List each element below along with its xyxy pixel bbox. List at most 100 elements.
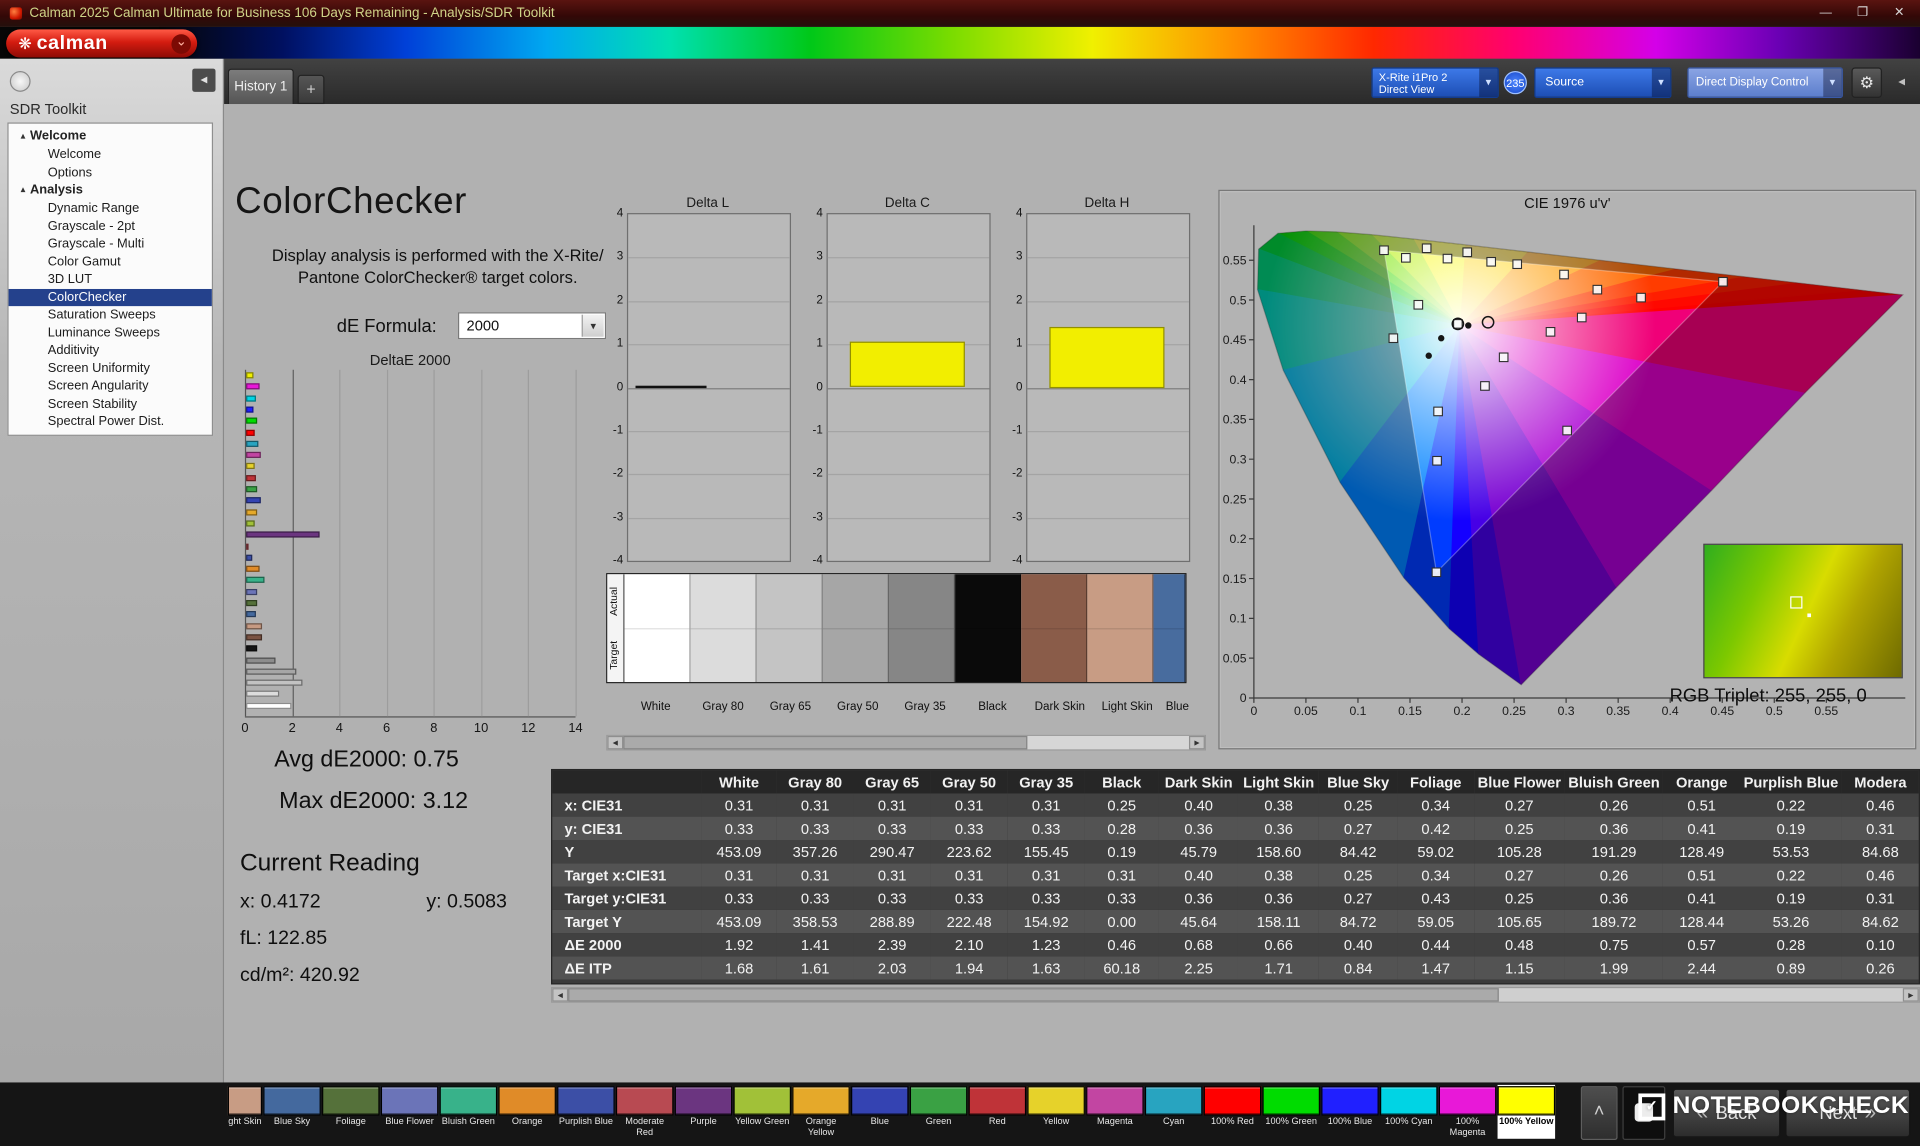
pattern-window-button[interactable] [1622,1086,1666,1140]
next-label: Next [1819,1102,1858,1124]
patch-button-100-green[interactable]: 100% Green [1262,1085,1320,1139]
settings-gear-button[interactable]: ⚙ [1851,67,1883,98]
patch-button-yellow-green[interactable]: Yellow Green [733,1085,792,1139]
patch-button-bluish-green[interactable]: Bluish Green [439,1085,498,1139]
svg-text:0.05: 0.05 [1294,704,1318,718]
sidebar-item-screen-angularity[interactable]: Screen Angularity [9,377,212,395]
column-header [552,770,702,794]
patch-button-100-red[interactable]: 100% Red [1203,1085,1262,1139]
maximize-button[interactable]: ❐ [1844,0,1881,27]
scroll-right-arrow[interactable]: ► [1188,735,1205,750]
patch-button-blue[interactable]: Blue [851,1085,909,1139]
column-header: Blue Sky [1318,770,1398,794]
close-button[interactable]: ✕ [1881,0,1918,27]
patch-button-cyan[interactable]: Cyan [1144,1085,1203,1139]
cell: 0.57 [1687,936,1716,954]
sidebar-item-spectral-power-dist[interactable]: Spectral Power Dist. [9,413,212,431]
patch-button-orange[interactable]: Orange [498,1085,556,1139]
bar-cyan [246,440,259,447]
patch-button-100-yellow[interactable]: 100% Yellow [1497,1084,1556,1139]
sidebar-item-screen-stability[interactable]: Screen Stability [9,395,212,413]
sidebar-item-grayscale-2pt[interactable]: Grayscale - 2pt [9,217,212,235]
table-row: Target y:CIE31 0.33 0.33 0.33 0.33 0.33 0.33 0.… [552,886,1919,910]
gridline [1027,474,1189,476]
sidebar-collapse-button[interactable]: ◂ [192,68,216,92]
minimize-button[interactable]: — [1807,0,1844,27]
patch-button-yellow[interactable]: Yellow [1027,1085,1085,1139]
scroll-left-arrow[interactable]: ◄ [552,988,569,1002]
cell: 1.63 [1031,959,1061,977]
scroll-right-arrow[interactable]: ► [1902,988,1919,1002]
patch-button-100-cyan[interactable]: 100% Cyan [1379,1085,1438,1139]
table-header-row: White Gray 80 Gray 65 Gray 50 Gray 35 Black Da… [552,770,1919,794]
patch-button-100-magenta[interactable]: 100% Magenta [1438,1085,1497,1139]
expand-patches-button[interactable]: ˄ [1580,1086,1618,1140]
patch-button-red[interactable]: Red [968,1085,1027,1139]
scrollbar-thumb[interactable] [568,988,1499,1002]
y-tick-label: 0 [616,380,624,394]
sidebar-item-dynamic-range[interactable]: Dynamic Range [9,200,212,218]
patch-swatch [557,1086,615,1116]
calman-menu-button[interactable]: ❋ calman ⌄ [6,29,198,58]
formula-select[interactable]: 2000 ▾ [457,312,607,340]
y-tick-label: -3 [1012,510,1023,524]
tree-group-analysis[interactable]: ▴ Analysis [9,181,212,199]
sidebar-item-options[interactable]: Options [9,163,212,181]
xy-reading: x: 0.4172 y: 0.5083 [240,891,507,913]
swatch-scrollbar[interactable]: ◄ ► [606,734,1207,751]
row-label: Target x:CIE31 [564,866,667,884]
patch-button-orange-yellow[interactable]: Orange Yellow [792,1085,850,1139]
nav-dot-icon[interactable] [9,71,31,92]
scrollbar-thumb[interactable] [623,735,1028,750]
patch-button-foliage[interactable]: Foliage [322,1085,380,1139]
patch-button-ght-skin[interactable]: ght Skin [227,1085,263,1139]
cell: 0.33 [1031,819,1061,837]
sidebar-item-welcome[interactable]: Welcome [9,146,212,164]
sidebar-item-saturation-sweeps[interactable]: Saturation Sweeps [9,306,212,324]
patch-label: ght Skin [228,1116,262,1127]
scroll-left-arrow[interactable]: ◄ [607,735,624,750]
gridline [628,257,790,259]
sidebar-item-additivity[interactable]: Additivity [9,342,212,360]
cell: 0.44 [1421,936,1451,954]
patch-button-purple[interactable]: Purple [674,1085,733,1139]
add-tab-button[interactable]: + [297,74,325,105]
patch-button-blue-sky[interactable]: Blue Sky [263,1085,321,1139]
meter-status-badge[interactable]: 235 [1503,71,1527,95]
meter-dropdown[interactable]: X-Rite i1Pro 2 Direct View ▾ [1371,67,1499,98]
patch-button-green[interactable]: Green [909,1085,968,1139]
cell: 0.36 [1599,819,1629,837]
column-header: White [701,770,777,794]
sidebar-item-color-gamut[interactable]: Color Gamut [9,253,212,271]
sidebar-item-grayscale-multi[interactable]: Grayscale - Multi [9,235,212,253]
patch-button-100-blue[interactable]: 100% Blue [1321,1085,1379,1139]
tab-history-1[interactable]: History 1 [227,68,294,105]
sidebar-item-screen-uniformity[interactable]: Screen Uniformity [9,359,212,377]
patch-button-purplish-blue[interactable]: Purplish Blue [557,1085,615,1139]
sidebar-item-luminance-sweeps[interactable]: Luminance Sweeps [9,324,212,342]
gridline [339,369,341,717]
table-scrollbar[interactable]: ◄ ► [551,986,1920,1003]
sidebar-item-3d-lut[interactable]: 3D LUT [9,271,212,289]
swatch-blue [1153,574,1186,683]
patch-swatch [1203,1086,1262,1116]
patch-button-moderate-red[interactable]: Moderate Red [615,1085,674,1139]
patch-button-blue-flower[interactable]: Blue Flower [380,1085,439,1139]
cell: 1.94 [954,959,984,977]
source-dropdown[interactable]: Source ▾ [1534,67,1672,98]
sidebar: ◂ SDR Toolkit ▴ Welcome Welcome Options ▴ Ana… [0,58,225,1083]
svg-text:0.25: 0.25 [1502,704,1526,718]
cell: 288.89 [869,912,915,930]
display-control-dropdown[interactable]: Direct Display Control ▾ [1687,67,1843,98]
svg-text:0.05: 0.05 [1223,651,1247,665]
gridline [1027,430,1189,433]
panel-collapse-button[interactable]: ◂ [1892,71,1912,93]
next-button[interactable]: Next » [1785,1088,1911,1138]
fl-reading: fL: 122.85 [239,928,328,949]
tree-group-welcome[interactable]: ▴ Welcome [9,127,212,145]
back-button[interactable]: « Back [1672,1088,1781,1138]
y-tick-label: -4 [812,553,823,567]
patch-button-magenta[interactable]: Magenta [1086,1085,1144,1139]
sidebar-item-colorchecker[interactable]: ColorChecker [8,288,212,307]
y-tick-label: 2 [816,293,823,308]
